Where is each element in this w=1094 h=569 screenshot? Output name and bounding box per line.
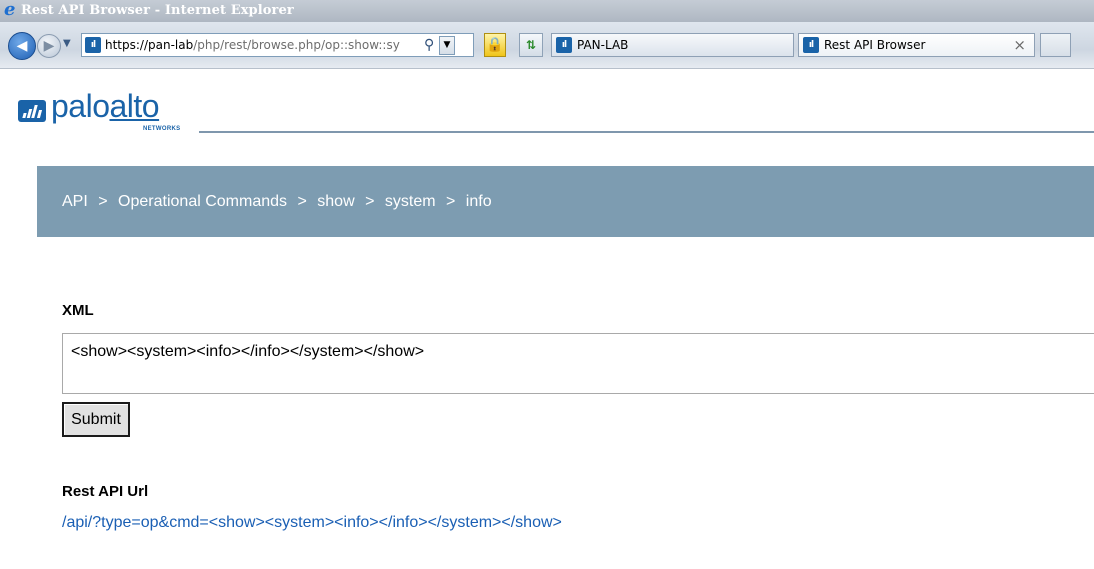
breadcrumb-separator: >	[446, 193, 456, 210]
address-url-host: https://pan-lab	[105, 38, 194, 52]
back-arrow-icon: ◀	[16, 38, 28, 54]
search-icon[interactable]: ⚲	[424, 36, 438, 53]
breadcrumb-item-api[interactable]: API	[62, 193, 88, 210]
address-bar[interactable]: ıl https://pan-lab/php/rest/browse.php/o…	[81, 33, 474, 57]
back-button[interactable]: ◀	[8, 32, 36, 60]
xml-label: XML	[62, 302, 94, 319]
breadcrumb: API > Operational Commands > show > syst…	[62, 193, 498, 211]
logo-wordmark: paloalto	[51, 88, 160, 124]
rest-api-url-link[interactable]: /api/?type=op&cmd=<show><system><info></…	[62, 514, 562, 532]
browser-toolbar: ◀ ▶ ▼ ıl https://pan-lab/php/rest/browse…	[0, 22, 1094, 69]
internet-explorer-icon: e	[4, 0, 16, 20]
tab-favicon-icon: ıl	[803, 37, 819, 53]
breadcrumb-separator: >	[297, 193, 307, 210]
breadcrumb-item-operational-commands[interactable]: Operational Commands	[118, 193, 287, 210]
breadcrumb-separator: >	[365, 193, 375, 210]
window-titlebar: e Rest API Browser - Internet Explorer	[0, 0, 1094, 22]
breadcrumb-separator: >	[98, 193, 108, 210]
tab-label: PAN-LAB	[577, 38, 629, 52]
paloalto-logo-icon	[18, 100, 46, 122]
logo-networks-text: NETWORKS	[143, 126, 181, 132]
tab-label: Rest API Browser	[824, 38, 926, 52]
header-divider	[199, 131, 1094, 133]
tab-close-icon[interactable]: ×	[1013, 37, 1026, 53]
new-tab-button[interactable]	[1040, 33, 1071, 57]
tab-favicon-icon: ıl	[556, 37, 572, 53]
breadcrumb-item-system[interactable]: system	[385, 193, 436, 210]
breadcrumb-item-show[interactable]: show	[317, 193, 354, 210]
tab-pan-lab[interactable]: ıl PAN-LAB	[551, 33, 794, 57]
refresh-icon[interactable]: ⇅	[519, 33, 543, 57]
breadcrumb-band: API > Operational Commands > show > syst…	[37, 166, 1094, 237]
xml-input[interactable]: <show><system><info></info></system></sh…	[62, 333, 1094, 394]
lock-icon[interactable]: 🔒	[484, 33, 506, 57]
breadcrumb-item-info: info	[465, 193, 492, 210]
tab-rest-api-browser[interactable]: ıl Rest API Browser ×	[798, 33, 1035, 57]
window-title: Rest API Browser - Internet Explorer	[21, 3, 294, 18]
history-dropdown-icon[interactable]: ▼	[63, 39, 71, 49]
address-url-path: /php/rest/browse.php/op::show::sy	[193, 38, 400, 52]
address-url[interactable]: https://pan-lab/php/rest/browse.php/op::…	[105, 38, 415, 53]
site-favicon-icon: ıl	[85, 37, 101, 53]
forward-arrow-icon: ▶	[43, 38, 55, 54]
address-dropdown-icon[interactable]: ▼	[439, 36, 455, 55]
submit-button[interactable]: Submit	[62, 402, 130, 437]
rest-api-url-label: Rest API Url	[62, 483, 149, 500]
forward-button[interactable]: ▶	[37, 34, 61, 58]
